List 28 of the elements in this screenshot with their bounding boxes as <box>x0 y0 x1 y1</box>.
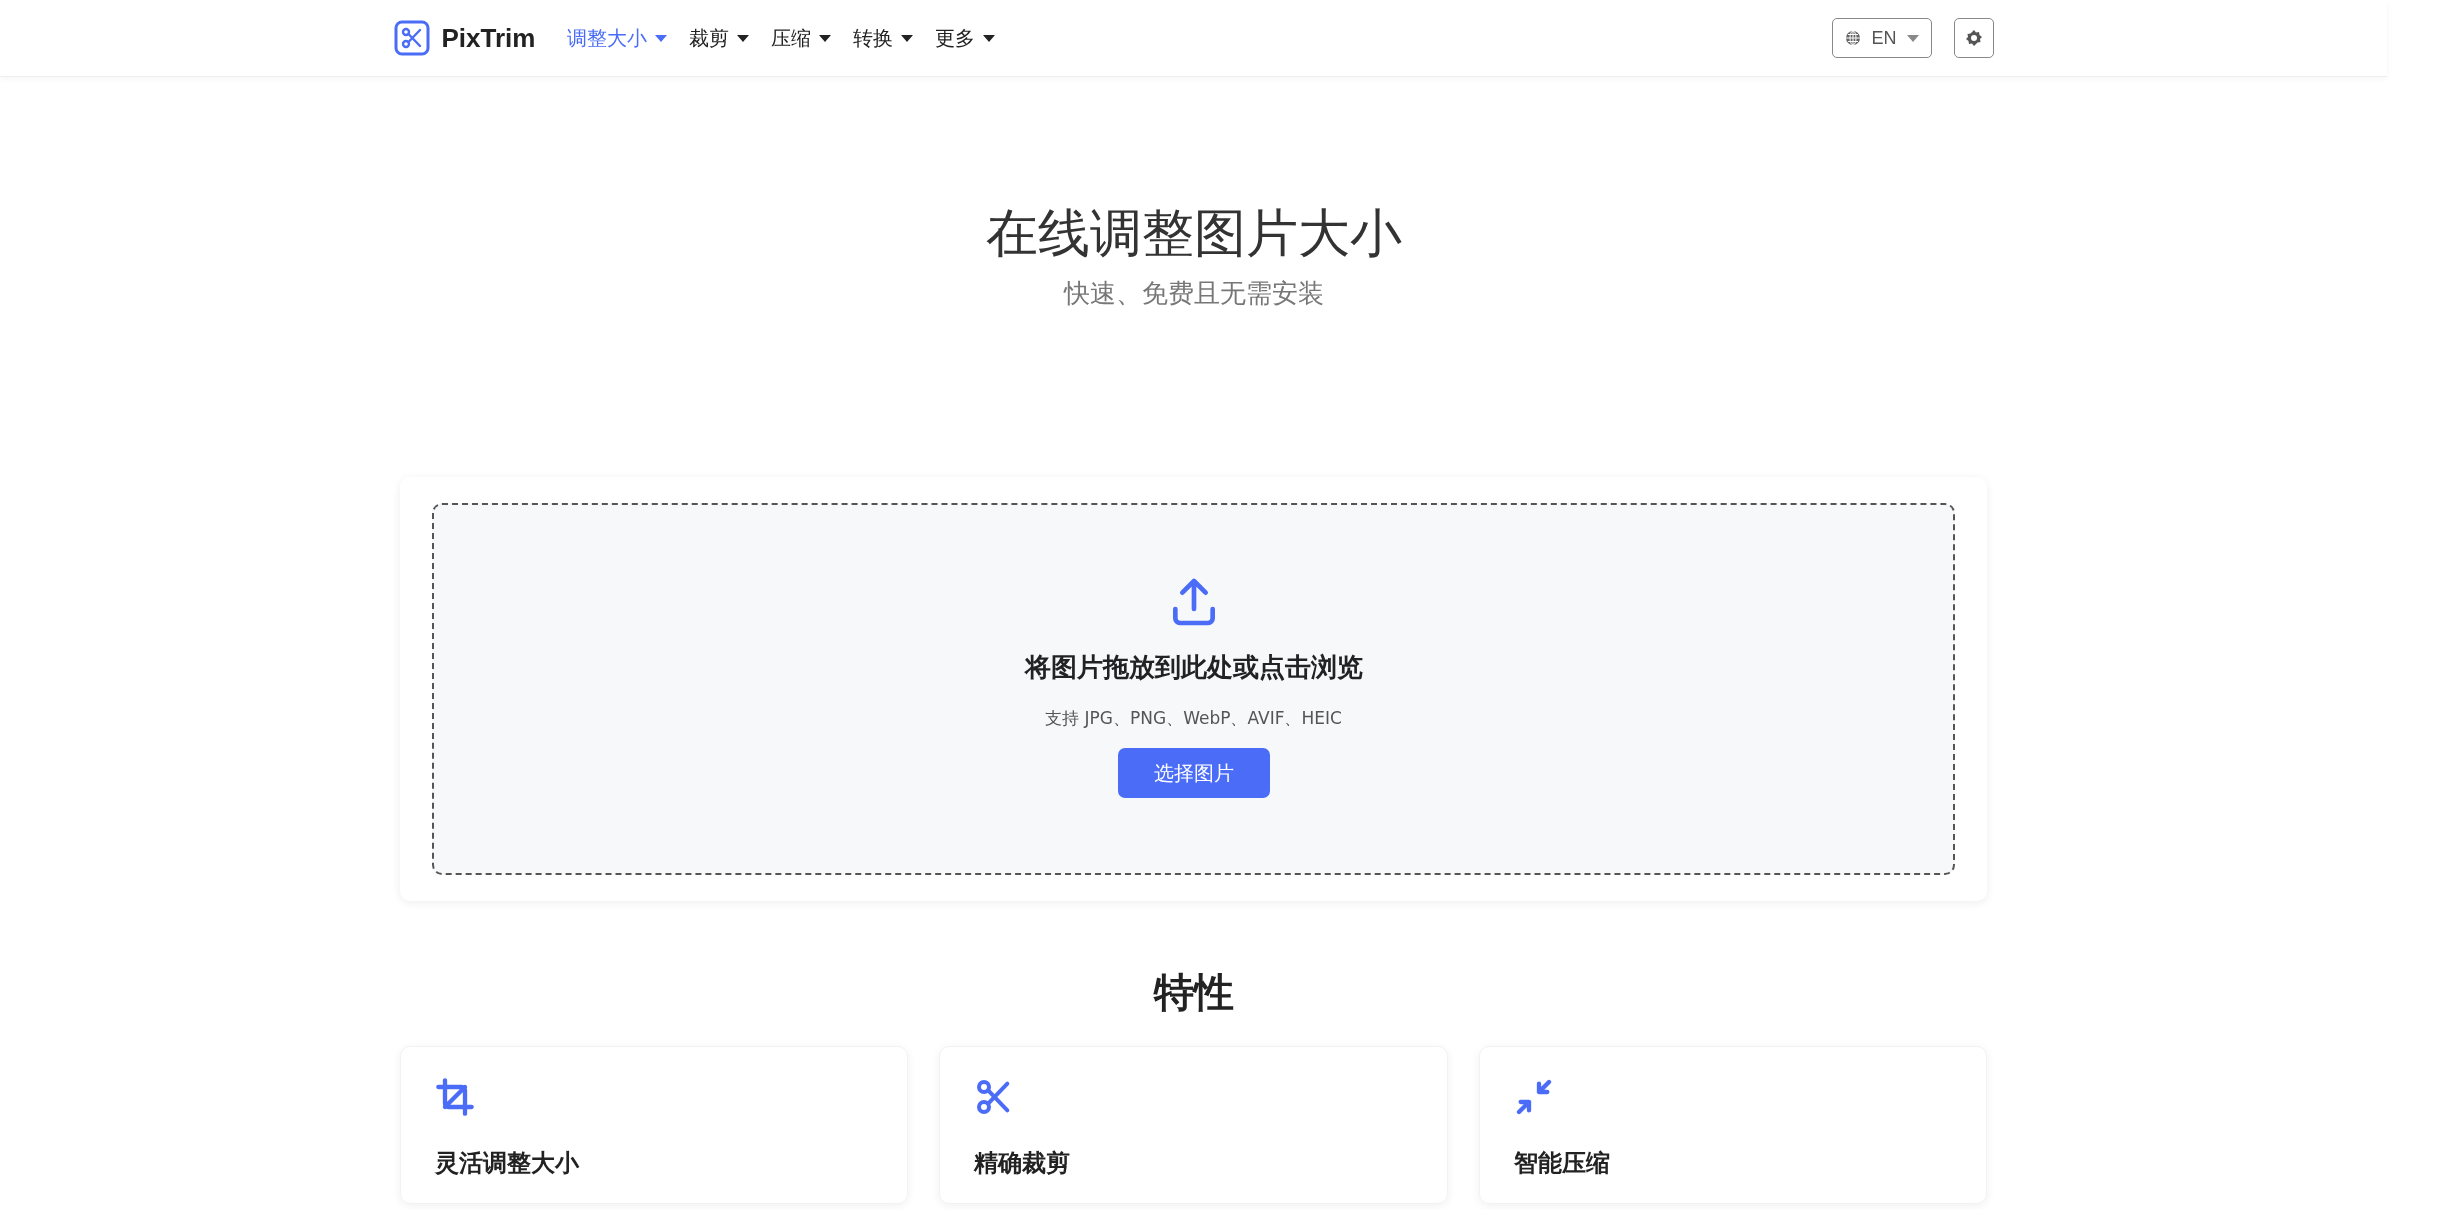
caret-icon <box>819 34 832 42</box>
globe-icon <box>1845 30 1862 46</box>
page-subtitle: 快速、免费且无需安装 <box>1062 277 1325 311</box>
crop-icon <box>435 1077 475 1118</box>
brand-name[interactable]: PixTrim <box>441 22 536 54</box>
drop-zone[interactable]: 将图片拖放到此处或点击浏览 支持 JPG、PNG、WebP、AVIF、HEIC 选择图片 <box>432 503 1955 876</box>
gear-icon <box>1964 29 1983 47</box>
choose-image-button[interactable]: 选择图片 <box>1117 748 1270 799</box>
nav-menu[interactable]: 调整大小 <box>567 24 668 52</box>
nav-menu[interactable]: 更多 <box>935 24 996 52</box>
language-button[interactable]: EN <box>1832 18 1932 58</box>
feature-title: 灵活调整大小 <box>435 1148 580 1180</box>
drop-heading: 将图片拖放到此处或点击浏览 <box>1024 651 1363 685</box>
caret-icon <box>901 34 914 42</box>
nav-menu[interactable]: 裁剪 <box>689 24 750 52</box>
nav-menu[interactable]: 转换 <box>853 24 914 52</box>
feature-title: 智能压缩 <box>1513 1148 1611 1180</box>
caret-icon <box>655 34 668 42</box>
logo-icon <box>393 20 430 56</box>
format-text: 支持 JPG、PNG、WebP、AVIF、HEIC <box>1045 707 1342 731</box>
caret-icon <box>1906 34 1919 42</box>
feature-title: 精确裁剪 <box>974 1148 1072 1180</box>
theme-button[interactable] <box>1953 18 1994 58</box>
page-title: 在线调整图片大小 <box>985 205 1402 263</box>
caret-icon <box>983 34 996 42</box>
section-title: 特性 <box>1152 968 1235 1018</box>
caret-icon <box>737 34 750 42</box>
nav-menu[interactable]: 压缩 <box>771 24 832 52</box>
